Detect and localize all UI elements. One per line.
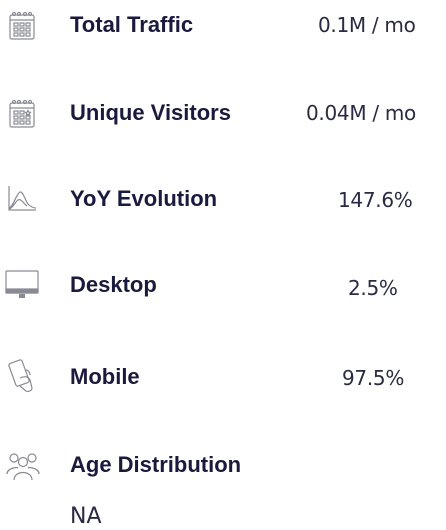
monitor-icon: [4, 268, 40, 300]
stat-label: Unique Visitors: [70, 100, 231, 125]
stat-label: Desktop: [70, 272, 157, 297]
stat-value: 0.04M / mo: [306, 101, 416, 125]
area-chart-icon: [6, 182, 38, 214]
stat-label: Age Distribution: [70, 452, 242, 477]
mobile-hand-icon: [6, 358, 38, 394]
stat-row-total-traffic: Total Traffic 0.1M / mo: [0, 4, 446, 48]
stat-value: 147.6%: [338, 188, 413, 212]
stat-label: Total Traffic: [70, 12, 194, 37]
traffic-stats-panel: Total Traffic 0.1M / mo Unique Visitors …: [0, 0, 446, 530]
stat-row-unique-visitors: Unique Visitors 0.04M / mo: [0, 94, 446, 138]
stat-value: 2.5%: [348, 276, 398, 300]
stat-label: YoY Evolution: [70, 186, 218, 211]
stat-value: 0.1M / mo: [318, 13, 416, 37]
stat-row-mobile: Mobile 97.5%: [0, 354, 446, 398]
age-distribution-value: NA: [70, 504, 102, 529]
stat-row-age-distribution: Age Distribution: [0, 444, 446, 488]
stat-label: Mobile: [70, 364, 140, 389]
calendar-star-icon: [6, 98, 38, 130]
stat-row-yoy-evolution: YoY Evolution 147.6%: [0, 180, 446, 224]
people-group-icon: [6, 450, 40, 482]
calendar-icon: [6, 10, 38, 42]
stat-row-desktop: Desktop 2.5%: [0, 266, 446, 310]
stat-value: 97.5%: [342, 366, 405, 390]
